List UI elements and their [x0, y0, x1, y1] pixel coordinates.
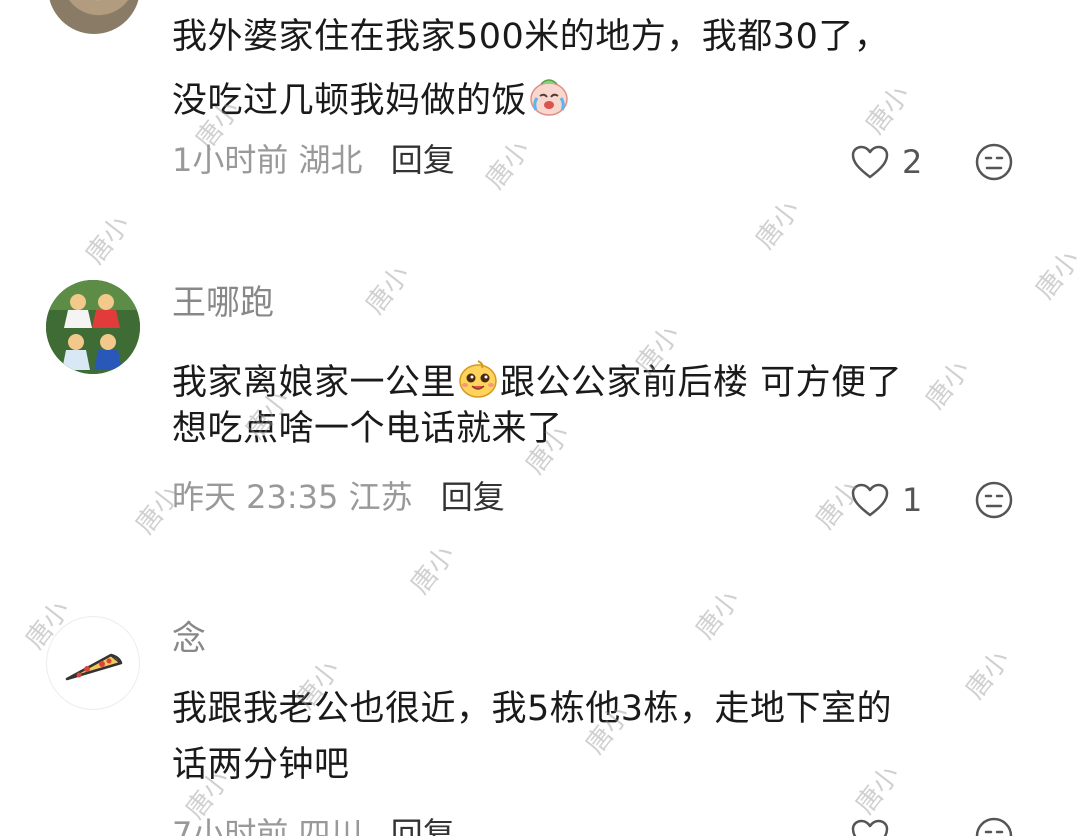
watermark: 唐小 — [690, 585, 746, 645]
comment-time: 1小时前 — [172, 141, 289, 179]
heart-outline-icon — [851, 145, 889, 179]
neutral-face-icon[interactable] — [974, 816, 1014, 836]
username[interactable]: 王哪跑 — [172, 286, 274, 320]
comment-text-line: 想吃点啥一个电话就来了 — [172, 409, 563, 449]
watermark: 唐小 — [360, 260, 416, 320]
like-button[interactable] — [850, 816, 890, 836]
avatar-photo — [46, 280, 140, 374]
like-button[interactable]: 2 — [850, 142, 922, 182]
neutral-face-icon[interactable] — [974, 480, 1014, 520]
watermark: 唐小 — [80, 210, 136, 270]
username[interactable]: 念 — [172, 622, 206, 656]
reply-button[interactable]: 回复 — [441, 478, 505, 516]
comment-location: 江苏 — [348, 478, 413, 516]
reply-button[interactable]: 回复 — [391, 141, 455, 179]
watermark: 唐小 — [850, 760, 906, 820]
comment-text-line: 话两分钟吧 — [172, 745, 350, 785]
comment-meta: 1小时前 湖北 回复 — [172, 144, 455, 176]
like-button[interactable]: 1 — [850, 480, 922, 520]
comment-text-line: 我家离娘家一公里 跟公公家前后楼 可方便了 — [172, 356, 902, 401]
crying-face-emoji — [530, 79, 568, 116]
comment-text-line: 我外婆家住在我家500米的地方，我都30了， — [172, 17, 890, 57]
watermark: 唐小 — [405, 540, 461, 600]
comment-location: 湖北 — [298, 141, 363, 179]
avatar[interactable] — [48, 0, 140, 34]
like-count: 2 — [902, 143, 923, 181]
comment-time: 昨天 23:35 — [172, 478, 339, 516]
comment-text-line: 我跟我老公也很近，我5栋他3栋，走地下室的 — [172, 689, 893, 729]
watermark: 唐小 — [960, 645, 1016, 705]
heart-outline-icon — [851, 819, 889, 836]
neutral-face-icon[interactable] — [974, 142, 1014, 182]
avatar[interactable] — [46, 280, 140, 374]
comment-text-fragment: 没吃过几顿我妈做的饭 — [172, 81, 528, 121]
heart-outline-icon — [851, 483, 889, 517]
comment-location: 四川 — [298, 815, 363, 836]
watermark: 唐小 — [860, 80, 916, 140]
watermark: 唐小 — [750, 195, 806, 255]
watermark: 唐小 — [920, 355, 976, 415]
happy-face-emoji — [459, 360, 497, 398]
watermark: 唐小 — [480, 135, 536, 195]
comment-time: 7小时前 — [172, 815, 289, 836]
like-count: 1 — [902, 481, 923, 519]
comment-meta: 昨天 23:35 江苏 回复 — [172, 481, 505, 513]
watermark: 唐小 — [1030, 245, 1080, 305]
reply-button[interactable]: 回复 — [391, 815, 455, 836]
comment-text-fragment: 跟公公家前后楼 可方便了 — [500, 363, 903, 403]
comment-list: 我外婆家住在我家500米的地方，我都30了， 没吃过几顿我妈做的饭 1小时前 湖… — [0, 0, 1080, 836]
pizza-slice-icon — [65, 653, 123, 681]
comment-meta: 7小时前 四川 回复 — [172, 818, 455, 836]
comment-text-line: 没吃过几顿我妈做的饭 — [172, 74, 571, 119]
avatar[interactable] — [46, 616, 140, 710]
comment-text-fragment: 我家离娘家一公里 — [172, 363, 457, 403]
